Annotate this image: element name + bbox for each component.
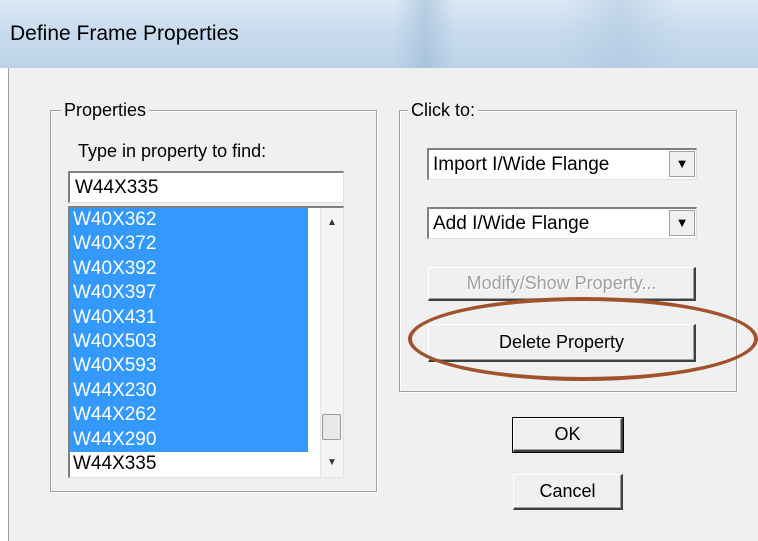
scroll-down-arrow-icon[interactable]: ▼ — [321, 452, 343, 474]
title-bar-glass — [560, 0, 680, 68]
ok-button[interactable]: OK — [512, 417, 624, 453]
find-property-label: Type in property to find: — [78, 141, 267, 161]
highlight-ellipse — [408, 297, 758, 381]
property-list-item[interactable]: W40X431 — [70, 305, 308, 330]
property-list-item[interactable]: W44X290 — [70, 427, 308, 452]
scroll-up-arrow-icon[interactable]: ▲ — [321, 212, 343, 234]
dropdown-arrow-icon[interactable]: ▼ — [669, 210, 695, 236]
add-section-select-value: Add I/Wide Flange — [433, 213, 590, 234]
add-section-select[interactable]: Add I/Wide Flange ▼ — [427, 207, 697, 239]
dropdown-arrow-icon[interactable]: ▼ — [669, 151, 695, 177]
import-section-select-value: Import I/Wide Flange — [433, 154, 610, 175]
scroll-thumb[interactable] — [322, 414, 341, 440]
window-title: Define Frame Properties — [10, 22, 239, 45]
property-list-item[interactable]: W40X593 — [70, 354, 308, 379]
click-to-group-label: Click to: — [408, 100, 479, 121]
property-list-item[interactable]: W44X262 — [70, 403, 308, 428]
property-list-item[interactable]: W40X397 — [70, 281, 308, 306]
find-property-input[interactable] — [68, 171, 344, 203]
list-scrollbar[interactable]: ▲ ▼ — [320, 208, 343, 477]
property-list-item[interactable]: W44X335 — [70, 451, 308, 477]
property-list-item[interactable]: W44X230 — [70, 378, 308, 404]
import-section-select[interactable]: Import I/Wide Flange ▼ — [427, 148, 697, 180]
title-bar[interactable]: Define Frame Properties — [0, 0, 758, 68]
property-list-item[interactable]: W40X392 — [70, 256, 308, 282]
property-listbox[interactable]: W40X362 W40X372 W40X392 W40X397 W40X431 W40X5… — [68, 206, 344, 478]
property-list-item[interactable]: W40X372 — [70, 232, 308, 257]
property-list: W40X362 W40X372 W40X392 W40X397 W40X431 W40X5… — [70, 208, 308, 477]
property-list-item[interactable]: W40X362 — [70, 208, 308, 233]
properties-group-label: Properties — [61, 100, 150, 121]
cancel-button[interactable]: Cancel — [513, 474, 623, 510]
title-bar-glass — [395, 0, 455, 68]
property-list-item[interactable]: W40X503 — [70, 329, 308, 355]
modify-show-property-button[interactable]: Modify/Show Property... — [428, 267, 696, 301]
